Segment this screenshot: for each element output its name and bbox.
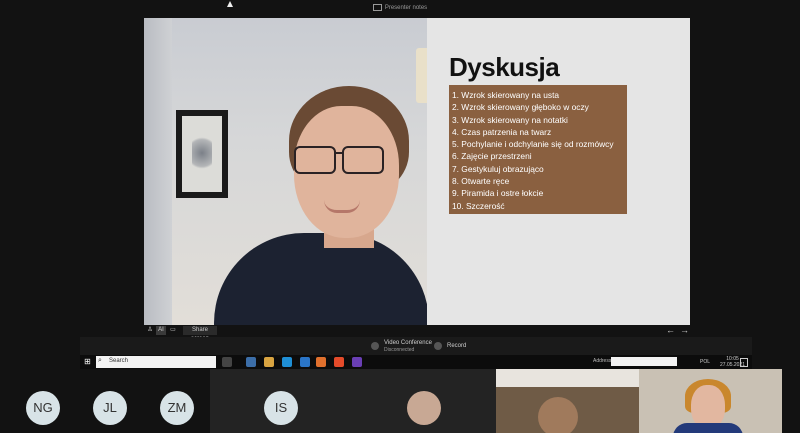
slide-list-item: 10. Szczerość <box>452 200 505 211</box>
address-label: Address <box>593 358 612 364</box>
notification-icon[interactable] <box>740 358 748 367</box>
slide-list-box: 1. Wzrok skierowany na usta 2. Wzrok ski… <box>449 85 627 214</box>
task-view-icon[interactable] <box>222 357 232 367</box>
slide-list-item: 1. Wzrok skierowany na usta <box>452 90 560 100</box>
app-icon[interactable] <box>246 357 256 367</box>
ai-icon[interactable]: AI <box>156 326 166 335</box>
wall-picture-art <box>192 133 212 173</box>
record-icon[interactable] <box>434 342 442 350</box>
slide-list-item: 4. Czas patrzenia na twarz <box>452 126 552 137</box>
participant-avatar[interactable]: JL <box>93 391 127 425</box>
slide-list-item: 3. Wzrok skierowany na notatki <box>452 114 568 125</box>
store-icon[interactable] <box>300 357 310 367</box>
background-door <box>144 18 172 325</box>
participant-photo-avatar[interactable] <box>407 391 441 425</box>
share-screen-button[interactable]: Share screen <box>183 326 217 342</box>
participant-video-tile[interactable] <box>496 369 639 433</box>
participant-avatar[interactable]: IS <box>264 391 298 425</box>
participants-gallery: NG JL ZM IS <box>0 369 800 433</box>
slide-list-item: 7. Gestykuluj obrazująco <box>452 163 544 174</box>
presentation-slide: Dyskusja 1. Wzrok skierowany na usta 2. … <box>427 18 690 325</box>
background-wall <box>496 369 639 387</box>
video-conference-title: Video Conference <box>384 340 432 346</box>
presenter-video <box>144 18 427 325</box>
taskbar-search-box[interactable]: ⌕ Search <box>96 356 216 368</box>
windows-taskbar: ⊞ ⌕ Search Address POL 10:05 27.05.2021 <box>80 355 752 369</box>
windows-start-icon[interactable]: ⊞ <box>84 358 92 366</box>
language-indicator[interactable]: POL <box>700 359 710 365</box>
video-conference-icon[interactable] <box>371 342 379 350</box>
slide-list-item: 2. Wzrok skierowany głęboko w oczy <box>452 102 589 113</box>
participant-avatar[interactable]: NG <box>26 391 60 425</box>
participant-avatar[interactable]: ZM <box>160 391 194 425</box>
slide-list: 1. Wzrok skierowany na usta 2. Wzrok ski… <box>452 89 627 212</box>
shared-stage: Dyskusja 1. Wzrok skierowany na usta 2. … <box>144 18 690 325</box>
notes-icon <box>372 4 382 11</box>
slide-title: Dyskusja <box>449 52 560 82</box>
glasses-right-lens <box>342 146 384 174</box>
next-slide-button[interactable]: → <box>680 326 689 335</box>
chrome-icon[interactable] <box>334 357 344 367</box>
search-placeholder: Search <box>109 358 129 364</box>
video-conference-bar: Video Conference Disconnected Record <box>80 337 752 355</box>
address-input[interactable] <box>611 357 677 366</box>
file-explorer-icon[interactable] <box>264 357 274 367</box>
slide-list-item: 8. Otwarte ręce <box>452 176 510 187</box>
presenter-notes-label: Presenter notes <box>384 5 428 12</box>
record-button[interactable]: Record <box>447 343 466 349</box>
glasses-bridge <box>334 152 342 154</box>
top-bar: Presenter notes <box>0 0 800 18</box>
glasses-left-lens <box>294 146 336 174</box>
teams-icon[interactable] <box>352 357 362 367</box>
person-icon[interactable]: ♙ <box>146 326 154 335</box>
participant-head <box>538 397 578 433</box>
mouse-cursor-icon <box>227 1 233 7</box>
slide-list-item: 5. Pochylanie i odchylanie się od rozmów… <box>452 139 614 150</box>
slide-list-item: 9. Piramida i ostre łokcie <box>452 188 544 199</box>
previous-slide-button[interactable]: ← <box>666 326 675 335</box>
lamp-shade <box>416 48 427 103</box>
slide-list-item: 6. Zajęcie przestrzeni <box>452 151 532 162</box>
participant-shirt <box>673 423 743 433</box>
search-icon: ⌕ <box>98 357 102 364</box>
presenter-notes-button[interactable]: Presenter notes <box>0 4 800 11</box>
participant-video-tile[interactable] <box>639 369 782 433</box>
edge-icon[interactable] <box>282 357 292 367</box>
layout-icon[interactable]: ▭ <box>169 326 177 335</box>
stage-toolbar: ♙ AI ▭ Share screen ← → <box>144 325 690 343</box>
presenter-shirt <box>214 233 427 325</box>
app-icon-orange[interactable] <box>316 357 326 367</box>
video-conference-status: Disconnected <box>384 347 415 353</box>
